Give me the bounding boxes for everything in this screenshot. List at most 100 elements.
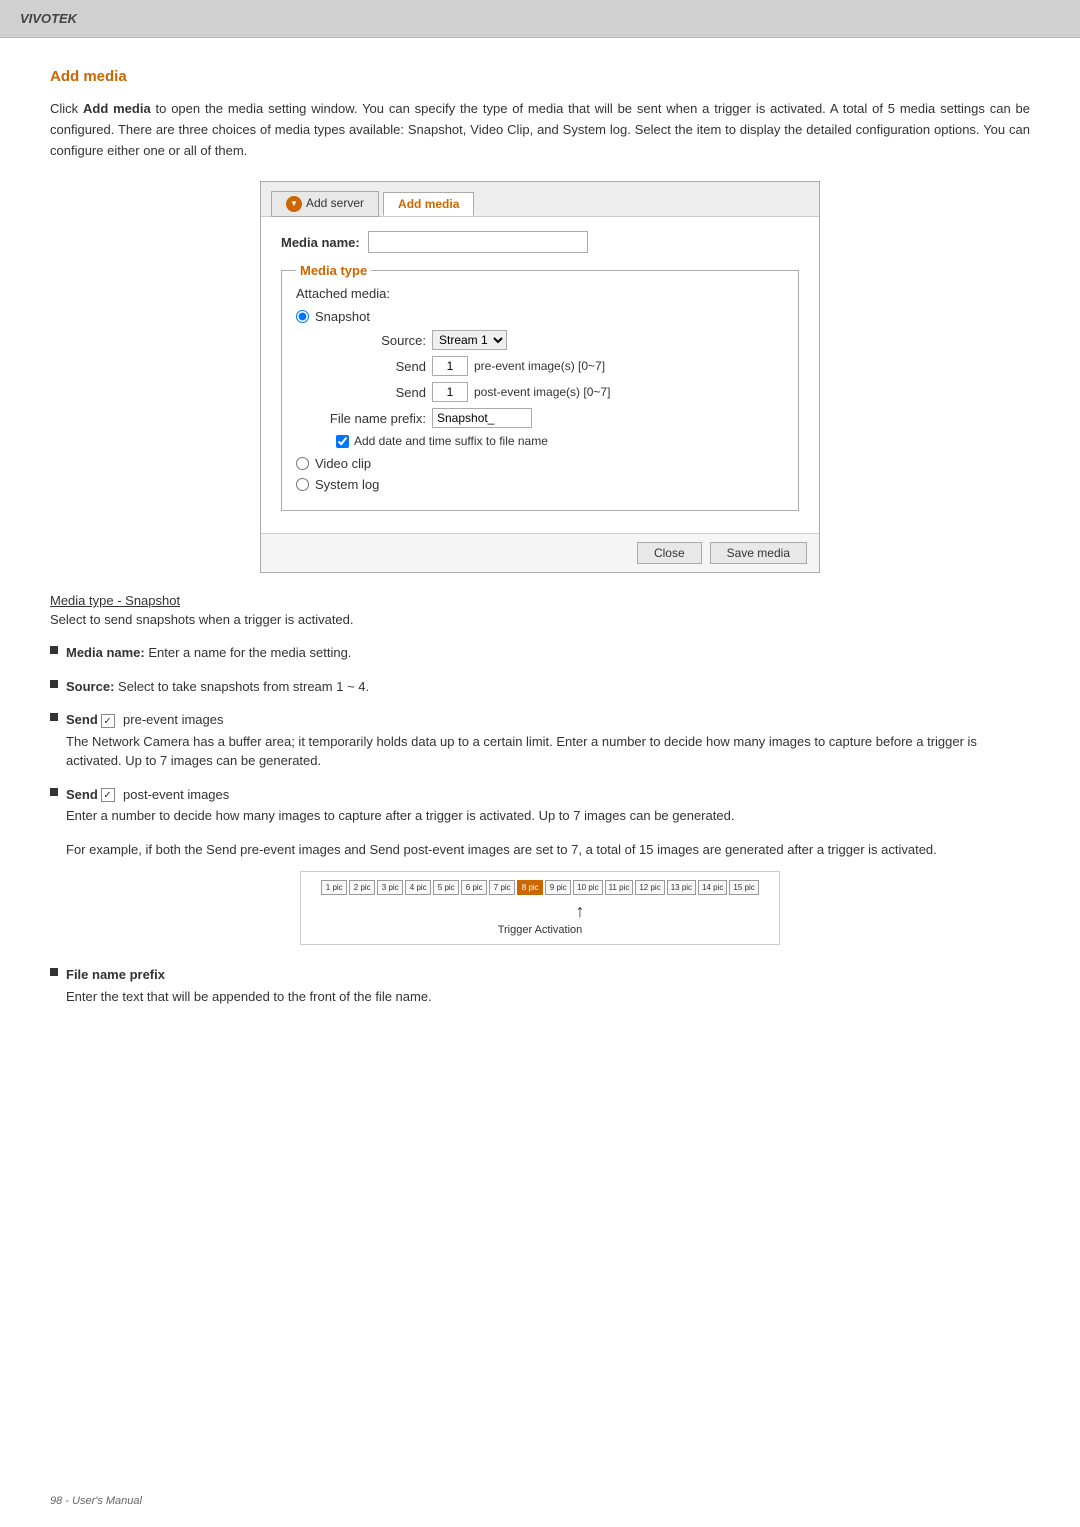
header-bar: VIVOTEK <box>0 0 1080 38</box>
send-post-label: Send <box>326 385 426 400</box>
media-name-input[interactable] <box>368 231 588 253</box>
trigger-cell: 8 pic <box>517 880 543 895</box>
trigger-cell: 7 pic <box>489 880 515 895</box>
media-type-snapshot-desc: Select to send snapshots when a trigger … <box>50 612 1030 627</box>
close-button[interactable]: Close <box>637 542 702 564</box>
bullet-label-media-name: Media name: <box>66 645 145 660</box>
bullet-send-post: Send post-event images Enter a number to… <box>50 785 1030 826</box>
video-clip-radio-option: Video clip <box>296 456 784 471</box>
trigger-diagram: 1 pic2 pic3 pic4 pic5 pic6 pic7 pic8 pic… <box>300 871 780 945</box>
bullet-source: Source: Select to take snapshots from st… <box>50 677 1030 697</box>
bullet-item-send-post: Send post-event images <box>50 785 1030 805</box>
date-suffix-row: Add date and time suffix to file name <box>326 434 784 448</box>
trigger-cell: 9 pic <box>545 880 571 895</box>
bullet-square-3 <box>50 713 58 721</box>
attached-media-label: Attached media: <box>296 286 784 301</box>
file-prefix-input[interactable] <box>432 408 532 428</box>
file-prefix-sub-text: Enter the text that will be appended to … <box>66 987 1030 1007</box>
brand-label: VIVOTEK <box>20 11 77 26</box>
source-label: Source: <box>326 333 426 348</box>
save-media-button[interactable]: Save media <box>710 542 807 564</box>
trigger-cell: 15 pic <box>729 880 758 895</box>
snapshot-radio-option: Snapshot <box>296 309 784 324</box>
bullet-label-send-pre: Send <box>66 712 98 727</box>
trigger-cell: 11 pic <box>605 880 634 895</box>
snapshot-options: Source: Stream 1 Stream 2 Stream 3 Strea… <box>326 330 784 448</box>
date-suffix-label: Add date and time suffix to file name <box>354 434 548 448</box>
send-post-checkbox-img <box>101 788 115 802</box>
send-pre-row: Send pre-event image(s) [0~7] <box>326 356 784 376</box>
add-server-icon <box>286 196 302 212</box>
trigger-cell: 10 pic <box>573 880 602 895</box>
bullet-text-send-pre: Send pre-event images <box>66 710 223 730</box>
send-pre-sub-text: The Network Camera has a buffer area; it… <box>66 732 1030 771</box>
bullet-square-1 <box>50 646 58 654</box>
tab-add-media[interactable]: Add media <box>383 192 474 216</box>
media-type-snapshot-section: Media type - Snapshot Select to send sna… <box>50 593 1030 627</box>
media-name-row: Media name: <box>281 231 799 253</box>
trigger-cell: 12 pic <box>635 880 664 895</box>
file-prefix-label: File name prefix: <box>326 411 426 426</box>
bullet-label-file-prefix: File name prefix <box>66 967 165 982</box>
trigger-cell: 2 pic <box>349 880 375 895</box>
intro-text-after: to open the media setting window. You ca… <box>50 101 1030 158</box>
trigger-cells: 1 pic2 pic3 pic4 pic5 pic6 pic7 pic8 pic… <box>311 880 769 895</box>
send-post-sub-text: Enter a number to decide how many images… <box>66 806 1030 826</box>
bullet-square-5 <box>50 968 58 976</box>
media-type-fieldset: Media type Attached media: Snapshot Sour… <box>281 263 799 511</box>
bullet-item-send-pre: Send pre-event images <box>50 710 1030 730</box>
trigger-cell: 4 pic <box>405 880 431 895</box>
system-log-label: System log <box>315 477 379 492</box>
media-type-snapshot-heading: Media type - Snapshot <box>50 593 1030 608</box>
intro-bold1: Add media <box>83 101 151 116</box>
bullet-item-source: Source: Select to take snapshots from st… <box>50 677 1030 697</box>
bullet-text-media-name: Media name: Enter a name for the media s… <box>66 643 351 663</box>
intro-paragraph: Click Add media to open the media settin… <box>50 99 1030 161</box>
send-pre-input[interactable] <box>432 356 468 376</box>
send-pre-checkbox-img <box>101 714 115 728</box>
page-footer: 98 - User's Manual <box>50 1495 142 1507</box>
trigger-cell: 1 pic <box>321 880 347 895</box>
dialog-panel: Add server Add media Media name: Media t… <box>260 181 820 573</box>
panel-footer: Close Save media <box>261 533 819 572</box>
media-type-legend: Media type <box>296 263 371 278</box>
send-post-input[interactable] <box>432 382 468 402</box>
trigger-activation-label: Trigger Activation <box>311 924 769 936</box>
trigger-arrow-row: ↑ <box>311 901 769 922</box>
bullet-item-media-name: Media name: Enter a name for the media s… <box>50 643 1030 663</box>
trigger-cell: 5 pic <box>433 880 459 895</box>
bullet-text-file-prefix: File name prefix <box>66 965 165 985</box>
tab-add-server[interactable]: Add server <box>271 191 379 217</box>
trigger-cell: 6 pic <box>461 880 487 895</box>
trigger-cell: 13 pic <box>667 880 696 895</box>
source-row: Source: Stream 1 Stream 2 Stream 3 Strea… <box>326 330 784 350</box>
stream-select[interactable]: Stream 1 Stream 2 Stream 3 Stream 4 <box>432 330 507 350</box>
page-wrapper: VIVOTEK Add media Click Add media to ope… <box>0 0 1080 1527</box>
bullet-square-2 <box>50 680 58 688</box>
panel-body: Media name: Media type Attached media: S… <box>261 217 819 533</box>
trigger-cell: 3 pic <box>377 880 403 895</box>
media-name-label: Media name: <box>281 235 360 250</box>
add-media-heading: Add media <box>50 68 1030 85</box>
video-clip-radio[interactable] <box>296 457 309 470</box>
bullet-media-name: Media name: Enter a name for the media s… <box>50 643 1030 663</box>
bullet-item-file-prefix: File name prefix <box>50 965 1030 985</box>
pre-event-label: pre-event image(s) [0~7] <box>474 359 605 373</box>
bullet-text-send-post: Send post-event images <box>66 785 229 805</box>
video-clip-label: Video clip <box>315 456 371 471</box>
snapshot-radio[interactable] <box>296 310 309 323</box>
example-text: For example, if both the Send pre-event … <box>66 840 1030 860</box>
bullet-send-pre: Send pre-event images The Network Camera… <box>50 710 1030 771</box>
trigger-arrow-icon: ↑ <box>576 901 585 922</box>
content-area: Add media Click Add media to open the me… <box>0 38 1080 1060</box>
bullet-square-4 <box>50 788 58 796</box>
post-event-label: post-event image(s) [0~7] <box>474 385 610 399</box>
trigger-cell: 14 pic <box>698 880 727 895</box>
bullet-label-source: Source: <box>66 679 114 694</box>
bullet-label-send-post: Send <box>66 787 98 802</box>
system-log-radio[interactable] <box>296 478 309 491</box>
bullet-text-source: Source: Select to take snapshots from st… <box>66 677 369 697</box>
snapshot-label: Snapshot <box>315 309 370 324</box>
send-pre-label: Send <box>326 359 426 374</box>
date-suffix-checkbox[interactable] <box>336 435 349 448</box>
